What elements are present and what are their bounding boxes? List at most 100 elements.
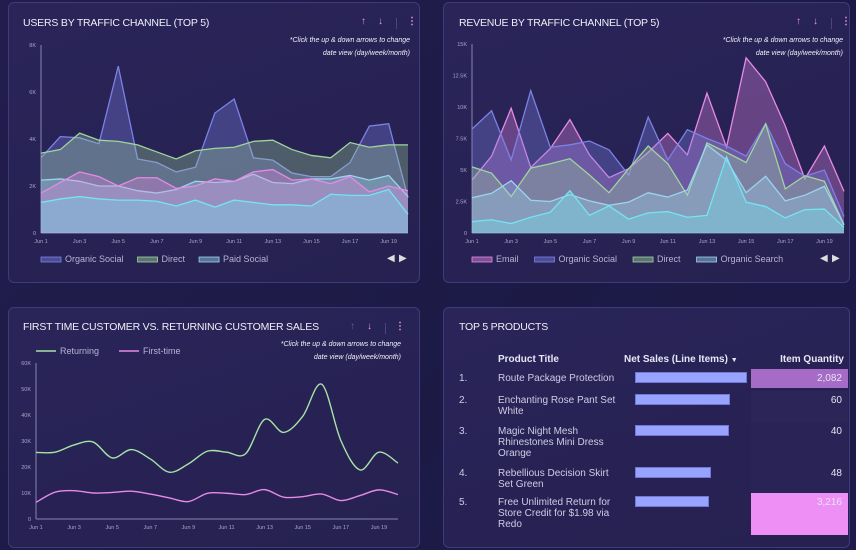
product-title: Route Package Protection [498, 373, 615, 384]
x-tick-label: Jun 1 [29, 525, 42, 531]
net-sales-bar [635, 394, 731, 405]
net-sales-bar [635, 496, 709, 507]
series-line-0 [35, 383, 399, 473]
x-tick-label: Jun 17 [342, 239, 359, 245]
header-product-title[interactable]: Product Title [498, 354, 559, 365]
customer-sales-line-chart: 0 10K 20K 30K 40K 50K 60K Jun 1 Jun 3 Jun 5 Jun 7 J… [21, 346, 399, 531]
legend-swatch [534, 256, 555, 263]
x-tick-label: Jun 15 [303, 239, 320, 245]
net-sales-bar [635, 372, 747, 383]
x-tick-label: Jun 19 [816, 239, 833, 245]
triangle-left-icon[interactable]: ◀ [820, 253, 828, 264]
legend-swatch [198, 256, 220, 263]
rank: 3. [459, 426, 468, 437]
y-tick-label: 4K [29, 137, 36, 143]
x-tick-label: Jun 19 [380, 239, 397, 245]
legend-label: Direct [162, 254, 186, 264]
x-tick-label: Jun 9 [189, 239, 202, 245]
item-quantity: 3,216 [751, 493, 848, 535]
y-tick-label: 15K [457, 42, 467, 48]
product-title: Rebellious Decision Skirt Set Green [498, 468, 609, 490]
legend-label: Direct [657, 254, 681, 264]
x-tick-label: Jun 19 [371, 525, 388, 531]
y-tick-label: 50K [21, 387, 31, 393]
users-by-channel-card: USERS BY TRAFFIC CHANNEL (TOP 5) ↑ ↓ ⋮ *… [8, 2, 420, 283]
legend-label: Organic Social [65, 254, 124, 264]
y-tick-label: 0 [33, 231, 36, 237]
x-tick-label: Jun 7 [150, 239, 163, 245]
x-tick-label: Jun 13 [265, 239, 282, 245]
customer-sales-card: FIRST TIME CUSTOMER VS. RETURNING CUSTOM… [8, 307, 420, 548]
y-tick-label: 10K [21, 491, 31, 497]
legend-swatch [696, 256, 717, 263]
rank: 5. [459, 497, 468, 508]
y-tick-label: 5K [460, 168, 467, 174]
legend-swatch [471, 256, 493, 263]
legend-label: Organic Social [559, 254, 618, 264]
y-tick-label: 30K [21, 439, 31, 445]
users-area-chart: 0 2K 4K 6K 8K Jun 1 Jun 3 Jun 5 Jun 7 Jun 9 Jun 11… [29, 43, 409, 264]
x-tick-label: Jun 1 [34, 239, 47, 245]
x-tick-label: Jun 9 [622, 239, 635, 245]
rank: 1. [459, 373, 468, 384]
product-title: Free Unlimited Return for Store Credit f… [498, 497, 611, 530]
y-tick-label: 2.5K [456, 200, 468, 206]
revenue-by-channel-card: REVENUE BY TRAFFIC CHANNEL (TOP 5) ↑ ↓ ⋮… [443, 2, 851, 283]
x-tick-label: Jun 13 [699, 239, 716, 245]
x-tick-label: Jun 15 [294, 525, 311, 531]
legend-label: Paid Social [223, 254, 268, 264]
legend-swatch [137, 256, 158, 263]
product-title: Magic Night Mesh Rhinestones Mini Dress … [498, 426, 604, 459]
legend-label: First-time [143, 346, 181, 356]
x-tick-label: Jun 7 [144, 525, 157, 531]
legend-label: Organic Search [721, 254, 784, 264]
y-tick-label: 7.5K [456, 137, 468, 143]
legend-swatch [632, 256, 654, 263]
y-tick-label: 0 [28, 517, 31, 523]
legend-label: Returning [60, 346, 99, 356]
top-products-card: TOP 5 PRODUCTS Product Title Net Sales (… [443, 307, 850, 548]
x-tick-label: Jun 3 [73, 239, 86, 245]
rank: 4. [459, 468, 468, 479]
x-tick-label: Jun 5 [105, 525, 118, 531]
y-tick-label: 10K [457, 105, 467, 111]
x-tick-label: Jun 9 [182, 525, 195, 531]
x-tick-label: Jun 13 [256, 525, 273, 531]
y-tick-label: 40K [21, 413, 31, 419]
x-tick-label: Jun 5 [544, 239, 557, 245]
triangle-right-icon[interactable]: ▶ [399, 253, 407, 264]
net-sales-bar [635, 467, 712, 478]
x-tick-label: Jun 3 [67, 525, 80, 531]
x-tick-label: Jun 1 [465, 239, 478, 245]
x-tick-label: Jun 7 [583, 239, 596, 245]
item-quantity: 48 [751, 464, 848, 496]
header-item-quantity[interactable]: Item Quantity [780, 354, 844, 365]
x-tick-label: Jun 11 [660, 239, 676, 245]
x-tick-label: Jun 17 [333, 525, 350, 531]
header-net-sales[interactable]: Net Sales (Line Items) ▼ [624, 354, 738, 365]
y-tick-label: 0 [464, 231, 467, 237]
triangle-left-icon[interactable]: ◀ [387, 253, 395, 264]
revenue-area-chart: 0 2.5K 5K 7.5K 10K 12.5K 15K Jun 1 Jun 3 Jun 5 Jun… [453, 42, 845, 264]
triangle-right-icon[interactable]: ▶ [832, 253, 840, 264]
rank: 2. [459, 395, 468, 406]
legend-label: Email [496, 254, 519, 264]
products-table: Product Title Net Sales (Line Items) ▼ I… [444, 308, 851, 549]
net-sales-bar [635, 425, 730, 436]
x-tick-label: Jun 17 [777, 239, 794, 245]
y-tick-label: 6K [29, 90, 36, 96]
y-tick-label: 12.5K [453, 74, 468, 80]
x-tick-label: Jun 3 [504, 239, 517, 245]
x-tick-label: Jun 15 [738, 239, 755, 245]
product-title: Enchanting Rose Pant Set White [498, 395, 616, 417]
series-line-1 [35, 488, 399, 503]
y-tick-label: 2K [29, 184, 36, 190]
x-tick-label: Jun 11 [226, 239, 242, 245]
x-tick-label: Jun 5 [112, 239, 125, 245]
item-quantity: 2,082 [751, 369, 848, 388]
x-tick-label: Jun 11 [218, 525, 234, 531]
y-tick-label: 8K [29, 43, 36, 49]
caret-down-icon: ▼ [730, 357, 738, 364]
legend-swatch [40, 256, 62, 263]
y-tick-label: 20K [21, 465, 31, 471]
